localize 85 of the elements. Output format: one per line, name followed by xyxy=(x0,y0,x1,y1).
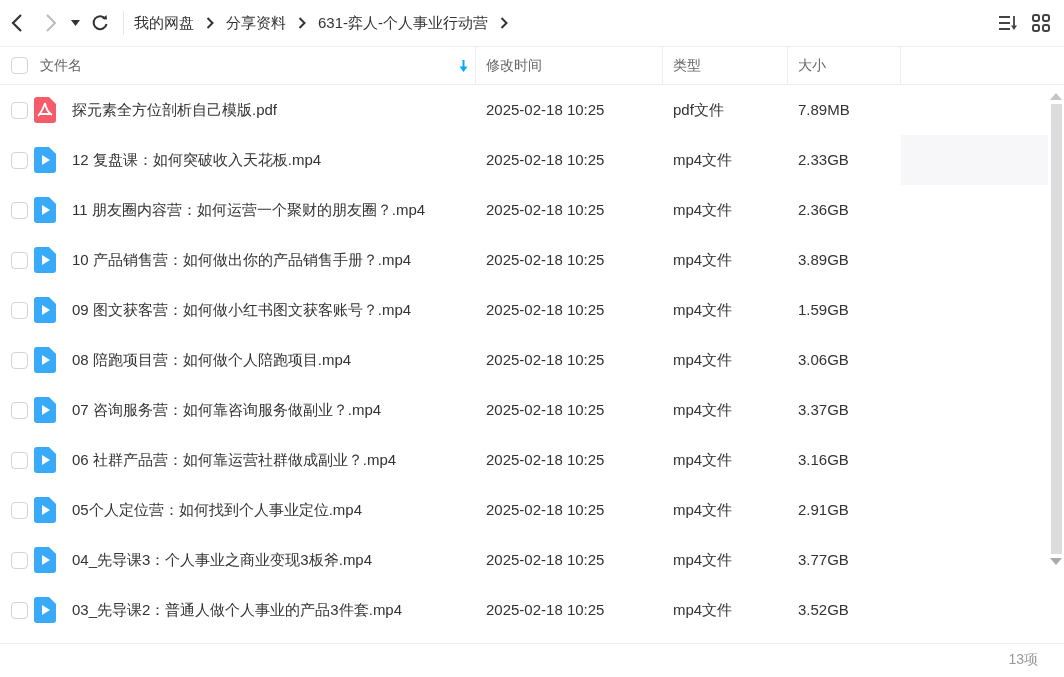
file-size: 3.77GB xyxy=(797,549,850,570)
file-name[interactable]: 06 社群产品营：如何靠运营社群做成副业？.mp4 xyxy=(72,448,476,472)
file-size: 3.16GB xyxy=(797,449,850,470)
file-size: 2.36GB xyxy=(797,199,850,220)
modified-time: 2025-02-18 10:25 xyxy=(485,199,606,220)
modified-time: 2025-02-18 10:25 xyxy=(485,449,606,470)
row-checkbox[interactable] xyxy=(10,601,28,619)
file-name[interactable]: 12 复盘课：如何突破收入天花板.mp4 xyxy=(72,148,476,172)
row-checkbox[interactable] xyxy=(10,151,28,169)
video-file-icon xyxy=(33,547,56,573)
sort-list-icon xyxy=(997,15,1018,31)
modified-time: 2025-02-18 10:25 xyxy=(485,399,606,420)
file-type: pdf文件 xyxy=(672,99,725,120)
file-type: mp4文件 xyxy=(672,199,734,220)
video-file-icon xyxy=(33,397,56,423)
pdf-file-icon xyxy=(33,97,56,123)
file-name[interactable]: 08 陪跑项目营：如何做个人陪跑项目.mp4 xyxy=(72,348,476,372)
row-checkbox[interactable] xyxy=(10,451,28,469)
file-name[interactable]: 03_先导课2：普通人做个人事业的产品3件套.mp4 xyxy=(72,598,476,622)
file-size: 2.91GB xyxy=(797,499,850,520)
file-size: 1.59GB xyxy=(797,299,850,320)
file-size: 3.52GB xyxy=(797,599,850,620)
column-header[interactable]: 修改时间 xyxy=(476,47,663,84)
row-checkbox[interactable] xyxy=(10,351,28,369)
select-all-checkbox[interactable] xyxy=(10,57,28,74)
modified-time: 2025-02-18 10:25 xyxy=(485,349,606,370)
scroll-down-arrow-icon xyxy=(1050,558,1062,565)
file-type: mp4文件 xyxy=(672,549,734,570)
modified-time: 2025-02-18 10:25 xyxy=(485,249,606,270)
file-name[interactable]: 10 产品销售营：如何做出你的产品销售手册？.mp4 xyxy=(72,248,476,272)
row-checkbox[interactable] xyxy=(10,251,28,269)
modified-time: 2025-02-18 10:25 xyxy=(485,599,606,620)
breadcrumb-link[interactable]: 我的网盘 xyxy=(134,11,194,35)
file-type: mp4文件 xyxy=(672,399,734,420)
video-file-icon xyxy=(33,447,56,473)
file-type: mp4文件 xyxy=(672,449,734,470)
refresh-icon xyxy=(91,14,109,32)
row-checkbox[interactable] xyxy=(10,301,28,319)
modified-time: 2025-02-18 10:25 xyxy=(485,149,606,170)
breadcrumb-link[interactable]: 分享资料 xyxy=(226,11,286,35)
file-size: 3.37GB xyxy=(797,399,850,420)
modified-time: 2025-02-18 10:25 xyxy=(485,99,606,120)
video-file-icon xyxy=(33,497,56,523)
video-file-icon xyxy=(33,597,56,623)
column-header[interactable]: 类型 xyxy=(663,47,788,84)
row-checkbox[interactable] xyxy=(10,551,28,569)
scroll-up-arrow-icon xyxy=(1050,93,1062,100)
video-file-icon xyxy=(33,147,56,173)
file-name[interactable]: 11 朋友圈内容营：如何运营一个聚财的朋友圈？.mp4 xyxy=(72,198,476,222)
chevron-right-icon xyxy=(298,17,306,29)
chevron-right-icon xyxy=(206,17,214,29)
file-type: mp4文件 xyxy=(672,599,734,620)
file-type: mp4文件 xyxy=(672,149,734,170)
modified-time: 2025-02-18 10:25 xyxy=(485,549,606,570)
file-name[interactable]: 探元素全方位剖析自己模版.pdf xyxy=(72,98,476,122)
row-checkbox[interactable] xyxy=(10,401,28,419)
row-checkbox[interactable] xyxy=(10,201,28,219)
modified-time: 2025-02-18 10:25 xyxy=(485,499,606,520)
file-type: mp4文件 xyxy=(672,249,734,270)
row-checkbox[interactable] xyxy=(10,101,28,119)
video-file-icon xyxy=(33,347,56,373)
file-size: 3.06GB xyxy=(797,349,850,370)
file-size: 7.89MB xyxy=(797,99,851,120)
grid-icon xyxy=(1032,14,1050,32)
file-type: mp4文件 xyxy=(672,499,734,520)
caret-icon xyxy=(70,20,80,26)
video-file-icon xyxy=(33,197,56,223)
chevron-right-icon xyxy=(500,17,509,29)
file-size: 2.33GB xyxy=(797,149,850,170)
scrollbar-thumb[interactable] xyxy=(1050,104,1062,554)
file-name[interactable]: 09 图文获客营：如何做小红书图文获客账号？.mp4 xyxy=(72,298,476,322)
video-file-icon xyxy=(33,247,56,273)
column-header[interactable]: 文件名 xyxy=(30,47,476,84)
video-file-icon xyxy=(33,297,56,323)
row-checkbox[interactable] xyxy=(10,501,28,519)
item-count: 13项 xyxy=(1008,650,1038,669)
file-type: mp4文件 xyxy=(672,349,734,370)
modified-time: 2025-02-18 10:25 xyxy=(485,299,606,320)
file-size: 3.89GB xyxy=(797,249,850,270)
file-name[interactable]: 07 咨询服务营：如何靠咨询服务做副业？.mp4 xyxy=(72,398,476,422)
file-name[interactable]: 04_先导课3：个人事业之商业变现3板斧.mp4 xyxy=(72,548,476,572)
file-type: mp4文件 xyxy=(672,299,734,320)
file-name[interactable]: 05个人定位营：如何找到个人事业定位.mp4 xyxy=(72,498,476,522)
breadcrumb-link[interactable]: 631-弈人-个人事业行动营 xyxy=(318,11,489,35)
column-header[interactable]: 大小 xyxy=(788,47,901,84)
